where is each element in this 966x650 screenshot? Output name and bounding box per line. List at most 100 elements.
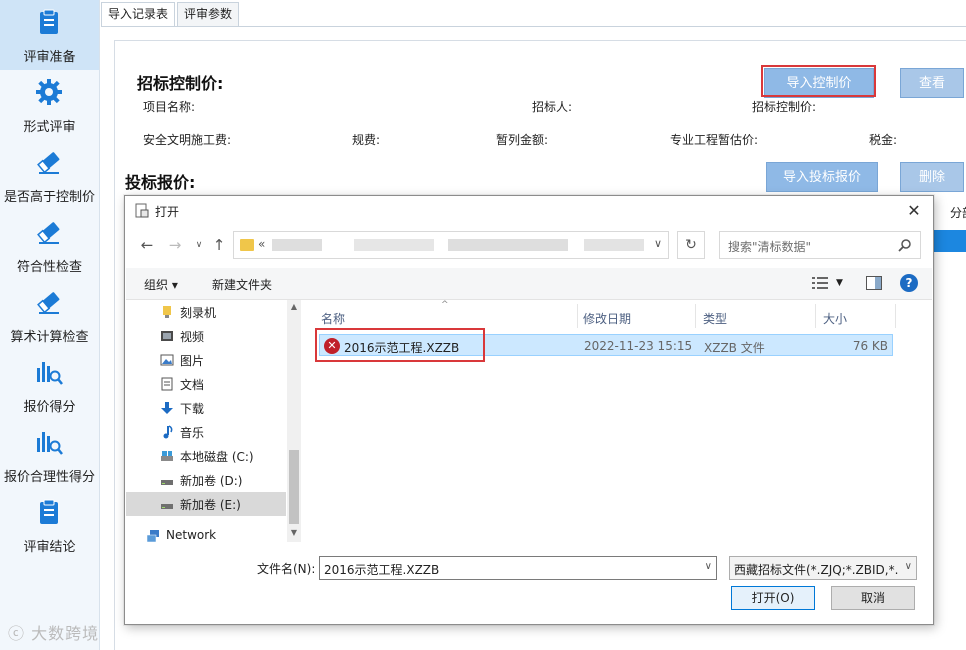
chart-search-icon <box>37 362 63 385</box>
sidebar-item-label: 算术计算检查 <box>10 330 89 345</box>
scroll-thumb[interactable] <box>289 450 299 524</box>
music-icon <box>163 425 173 439</box>
organize-menu[interactable]: 组织 ▾ <box>144 276 178 293</box>
open-file-dialog: 打开 ✕ ← → ∨ ↑ « ∨ ↻ 搜索"清标数据" 组织 ▾ 新建文件夹 ▼… <box>124 195 934 625</box>
file-open-icon <box>135 203 149 218</box>
refresh-icon[interactable]: ↻ <box>677 231 705 259</box>
tree-item-burner[interactable]: 刻录机 <box>126 300 286 324</box>
scroll-down-icon[interactable]: ▼ <box>287 528 301 537</box>
column-header-name[interactable]: 名称 <box>321 310 345 327</box>
sidebar-item-label: 符合性检查 <box>16 260 82 275</box>
sidebar-item-review-prep[interactable]: 评审准备 <box>0 0 99 70</box>
watermark-logo-icon: ⓒ <box>8 624 32 643</box>
file-size: 76 KB <box>852 339 888 353</box>
tree-item-music[interactable]: 音乐 <box>126 420 286 444</box>
tree-scrollbar[interactable]: ▲ ▼ <box>287 300 301 542</box>
sort-ascending-icon: ^ <box>441 300 449 310</box>
up-icon[interactable]: ↑ <box>209 234 229 256</box>
tree-item-downloads[interactable]: 下载 <box>126 396 286 420</box>
back-icon[interactable]: ← <box>137 234 157 256</box>
chevron-down-icon[interactable]: ∨ <box>654 237 662 250</box>
open-button[interactable]: 打开(O) <box>731 586 815 610</box>
file-type-filter[interactable]: 西藏招标文件(*.ZJQ;*.ZBID,*.X ∨ <box>729 556 917 580</box>
drive-icon <box>161 451 173 461</box>
provisional-sum-label: 暂列金额: <box>496 133 549 147</box>
search-icon <box>898 239 911 252</box>
tree-item-videos[interactable]: 视频 <box>126 324 286 348</box>
cancel-button[interactable]: 取消 <box>831 586 915 610</box>
forward-icon[interactable]: → <box>165 234 185 256</box>
eraser-icon <box>37 152 60 174</box>
tree-item-network[interactable]: Network <box>126 524 272 542</box>
bid-quote-title: 投标报价: <box>125 173 196 192</box>
sidebar-item-review-conclusion[interactable]: 评审结论 <box>0 490 99 560</box>
sidebar-item-label: 评审准备 <box>23 50 76 65</box>
sidebar-item-quote-rationality[interactable]: 报价合理性得分 <box>0 420 99 490</box>
picture-icon <box>160 354 174 366</box>
close-button[interactable]: ✕ <box>903 200 925 222</box>
watermark: ⓒ 大数跨境 <box>8 620 99 644</box>
eraser-icon <box>37 222 60 244</box>
tree-item-label: 本地磁盘 (C:) <box>180 450 254 464</box>
column-separator <box>815 304 816 328</box>
address-bar[interactable]: « ∨ <box>233 231 669 259</box>
tree-item-label: 文档 <box>180 378 205 392</box>
view-dropdown-icon[interactable]: ▼ <box>836 278 843 288</box>
search-placeholder: 搜索"清标数据" <box>728 240 812 254</box>
tree-item-documents[interactable]: 文档 <box>126 372 286 396</box>
column-separator <box>577 304 578 328</box>
tree-item-label: 新加卷 (E:) <box>180 498 241 512</box>
project-name-label: 项目名称: <box>143 100 196 114</box>
tab-bar: 导入记录表 评审参数 <box>101 2 241 26</box>
view-button[interactable]: 查看 <box>900 68 964 98</box>
sidebar-item-above-control-price[interactable]: 是否高于控制价 <box>0 140 99 210</box>
sidebar-item-formal-review[interactable]: 形式评审 <box>0 70 99 140</box>
view-options-icon[interactable] <box>812 276 828 290</box>
delete-button[interactable]: 删除 <box>900 162 964 192</box>
column-separator <box>695 304 696 328</box>
column-header-fragment: 分部 <box>950 206 966 220</box>
preview-pane-icon[interactable] <box>866 276 882 290</box>
safety-fee-label: 安全文明施工费: <box>143 133 232 147</box>
sidebar-item-arithmetic-check[interactable]: 算术计算检查 <box>0 280 99 350</box>
filter-value: 西藏招标文件(*.ZJQ;*.ZBID,*.X <box>734 563 898 577</box>
tree-item-drive-d[interactable]: 新加卷 (D:) <box>126 468 286 492</box>
file-list: ^ 名称 修改日期 类型 大小 ✕ 2016示范工程.XZZB 2022-11-… <box>305 300 931 542</box>
highlight-box <box>761 65 876 97</box>
tree-item-label: 图片 <box>180 354 205 368</box>
tree-item-pictures[interactable]: 图片 <box>126 348 286 372</box>
sidebar-item-quote-score[interactable]: 报价得分 <box>0 350 99 420</box>
sidebar-item-label: 评审结论 <box>23 540 76 555</box>
control-price-label: 招标控制价: <box>752 100 817 114</box>
column-header-modified[interactable]: 修改日期 <box>583 310 631 327</box>
column-header-size[interactable]: 大小 <box>823 310 847 327</box>
chevron-down-icon[interactable]: ∨ <box>705 561 712 572</box>
tree-item-label: 新加卷 (D:) <box>180 474 243 488</box>
video-icon <box>161 331 173 341</box>
tab-divider <box>101 26 966 27</box>
recent-dropdown-icon[interactable]: ∨ <box>189 234 209 256</box>
new-folder-button[interactable]: 新建文件夹 <box>212 276 272 293</box>
watermark-text: 大数跨境 <box>31 624 100 643</box>
highlight-box <box>315 328 485 362</box>
redacted-path <box>354 239 434 251</box>
import-bid-quote-button[interactable]: 导入投标报价 <box>766 162 878 192</box>
help-icon[interactable]: ? <box>900 274 918 292</box>
provisional-estimate-label: 专业工程暂估价: <box>670 133 759 147</box>
tab-import-records[interactable]: 导入记录表 <box>101 2 176 26</box>
scroll-up-icon[interactable]: ▲ <box>287 302 301 311</box>
navigation-bar: ← → ∨ ↑ « ∨ ↻ 搜索"清标数据" <box>135 230 925 260</box>
search-input[interactable]: 搜索"清标数据" <box>719 231 921 259</box>
filename-label: 文件名(N): <box>257 562 316 576</box>
sidebar: 评审准备 形式评审 是否高于控制价 符合性检查 算术计算检查 报价得分 报价合理… <box>0 0 100 650</box>
column-header-type[interactable]: 类型 <box>703 310 727 327</box>
tree-item-drive-e[interactable]: 新加卷 (E:) <box>126 492 286 516</box>
tree-item-drive-c[interactable]: 本地磁盘 (C:) <box>126 444 286 468</box>
download-icon <box>161 402 173 414</box>
sidebar-item-label: 报价得分 <box>23 400 76 415</box>
filename-input[interactable]: 2016示范工程.XZZB ∨ <box>319 556 717 580</box>
eraser-icon <box>37 292 60 314</box>
close-icon: ✕ <box>907 201 921 220</box>
tab-review-params[interactable]: 评审参数 <box>177 2 240 26</box>
sidebar-item-compliance-check[interactable]: 符合性检查 <box>0 210 99 280</box>
